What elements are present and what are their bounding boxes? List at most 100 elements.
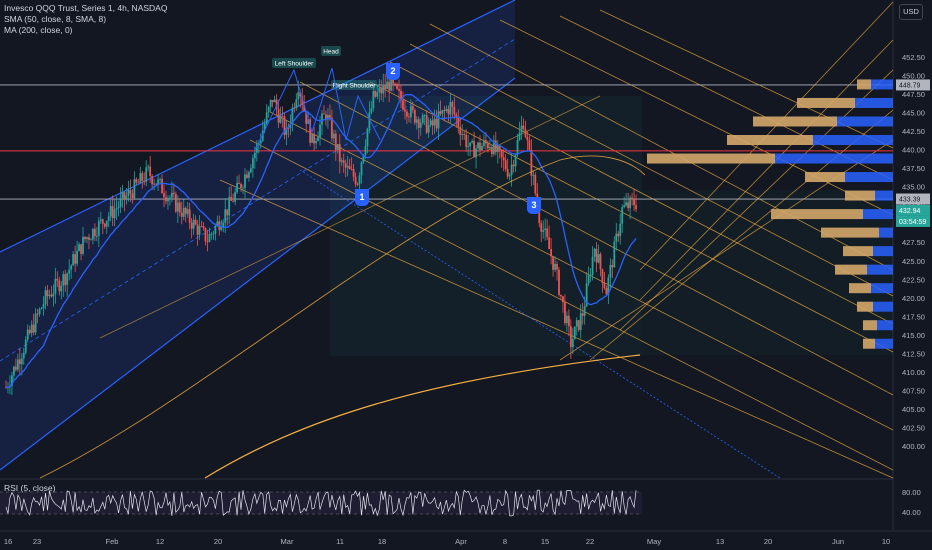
candle-body — [165, 197, 167, 202]
candle-body — [196, 224, 199, 235]
candle-body — [72, 254, 75, 266]
candle-body — [364, 146, 367, 155]
candle-body — [526, 136, 529, 141]
candle-body — [402, 100, 404, 110]
candle-body — [190, 222, 193, 229]
candle-body — [40, 308, 43, 309]
candle-body — [18, 359, 21, 365]
price-chart[interactable]: Left ShoulderHeadRight Shoulder123452.50… — [0, 0, 932, 550]
candle-body — [512, 164, 515, 167]
vp-down-bar — [805, 172, 845, 183]
badge-1-text: 1 — [359, 192, 364, 202]
candle-body — [317, 137, 319, 142]
vp-down-bar — [863, 338, 875, 349]
candle-body — [329, 114, 331, 118]
candle-body — [60, 285, 63, 292]
price-tick: 427.50 — [902, 238, 925, 247]
candle-body — [485, 140, 487, 144]
candle-body — [338, 143, 341, 162]
time-tick: 8 — [503, 537, 507, 546]
candle-body — [48, 294, 51, 297]
candle-body — [279, 115, 282, 123]
price-tag-last: 432.94 — [896, 204, 930, 216]
candle-body — [386, 81, 389, 89]
candle-body — [471, 140, 473, 143]
candle — [534, 172, 537, 197]
candle-body — [483, 140, 485, 146]
candle-body — [554, 263, 556, 270]
candle-body — [481, 145, 483, 151]
candle-body — [439, 111, 442, 114]
time-tick: Apr — [455, 537, 467, 546]
candle-body — [467, 146, 470, 148]
candle-body — [92, 228, 94, 240]
vp-down-bar — [845, 190, 875, 201]
price-tick: 435.00 — [902, 183, 925, 192]
candle-body — [180, 212, 183, 217]
candle-body — [16, 359, 19, 370]
price-tick: 447.50 — [902, 90, 925, 99]
candle-body — [131, 193, 134, 199]
price-tick: 412.50 — [902, 349, 925, 358]
time-tick: Feb — [106, 537, 119, 546]
candle-body — [194, 219, 197, 225]
candle-body — [147, 166, 150, 168]
price-tag-countdown-text: 03:54:59 — [899, 219, 926, 226]
candle-body — [589, 274, 592, 276]
candle-body — [281, 115, 284, 117]
candle-body — [97, 220, 100, 236]
rsi-tick: 80.00 — [902, 488, 921, 497]
candle-body — [453, 106, 456, 115]
candle-body — [58, 280, 61, 292]
candle-body — [502, 157, 505, 161]
badge-1: 1 — [355, 189, 369, 206]
candle-body — [332, 133, 335, 139]
candle-body — [429, 120, 432, 126]
candle-body — [26, 329, 29, 340]
candle — [309, 117, 312, 147]
candle-body — [587, 275, 590, 284]
candle-body — [220, 227, 223, 231]
vp-up-bar — [871, 283, 893, 294]
right-shoulder-tag-label: Right Shoulder — [333, 83, 377, 90]
candle-body — [342, 160, 345, 164]
candle-body — [404, 109, 406, 112]
candle-body — [540, 223, 543, 232]
candle-body — [117, 206, 120, 209]
candle-body — [506, 169, 509, 177]
head-tag: Head — [321, 46, 341, 56]
price-tick: 452.50 — [902, 53, 925, 62]
candle-body — [366, 128, 369, 147]
candle-body — [145, 167, 148, 182]
time-tick: 23 — [33, 537, 41, 546]
candle-body — [548, 237, 551, 250]
candle-body — [558, 269, 560, 295]
candle-body — [354, 176, 357, 185]
candle-body — [271, 100, 274, 103]
candle-body — [311, 133, 314, 143]
candle-body — [524, 128, 527, 137]
candle-body — [595, 248, 598, 263]
candle-body — [504, 160, 507, 170]
chart-legend: Invesco QQQ Trust, Series 1, 4h, NASDAQ … — [4, 3, 167, 36]
candle-body — [64, 274, 67, 285]
vp-up-bar — [813, 134, 893, 145]
candle-body — [206, 241, 209, 243]
candle-body — [56, 278, 59, 281]
candle-body — [532, 174, 535, 176]
candle-body — [113, 209, 116, 219]
candle-body — [575, 320, 578, 327]
candle-body — [406, 111, 408, 117]
candle-body — [224, 209, 227, 223]
vp-up-bar — [837, 116, 893, 127]
currency-button[interactable]: USD — [899, 4, 923, 20]
candle-body — [603, 283, 606, 289]
candle-body — [44, 290, 47, 305]
vp-up-bar — [873, 246, 893, 257]
candle-body — [445, 108, 448, 111]
candle-body — [348, 166, 351, 170]
vp-down-bar — [771, 209, 863, 220]
candle-body — [24, 339, 27, 353]
candle-body — [378, 87, 381, 93]
vp-up-bar — [879, 227, 893, 238]
